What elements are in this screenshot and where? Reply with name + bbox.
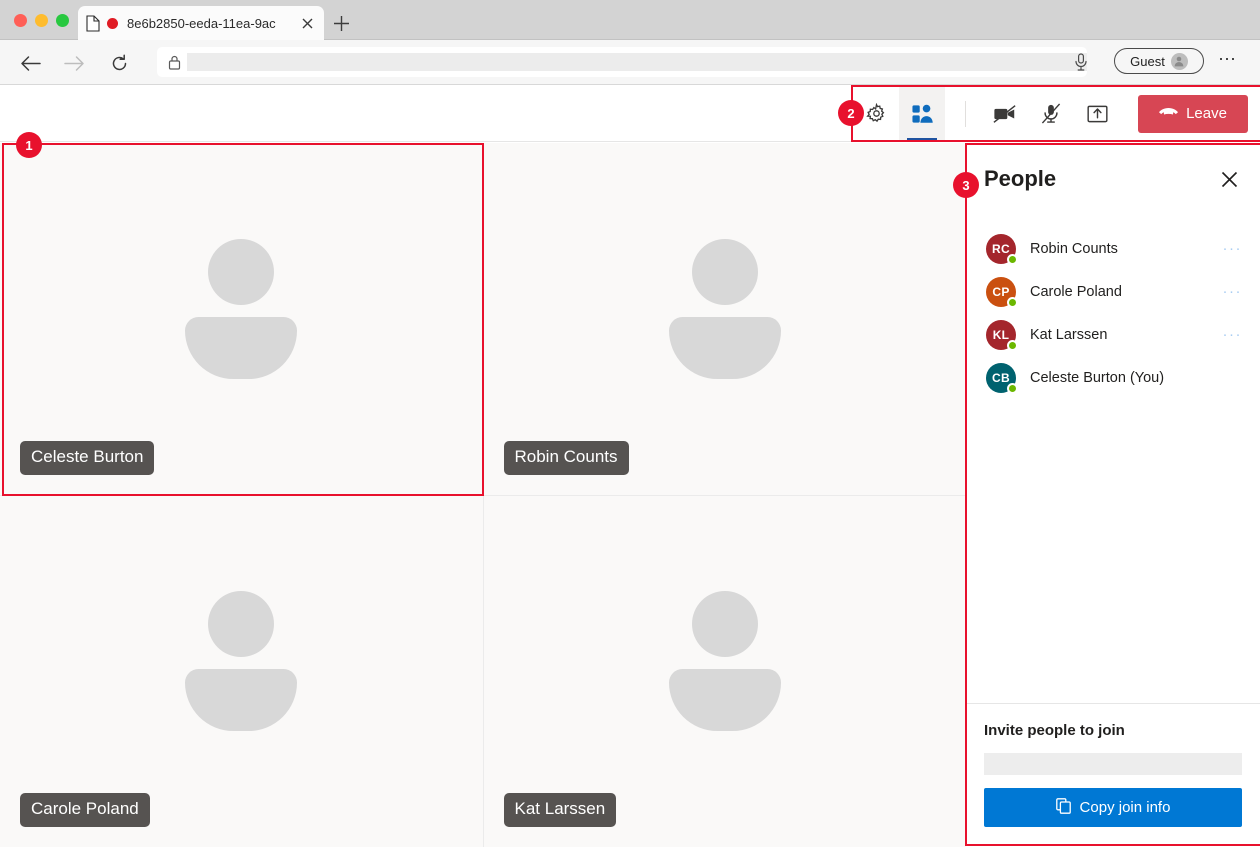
hangup-icon: [1159, 105, 1178, 122]
participant-name-label: Kat Larssen: [504, 793, 617, 827]
microphone-off-icon: [1041, 103, 1061, 124]
forward-arrow-icon: [64, 55, 85, 72]
microphone-toggle-button[interactable]: [1028, 86, 1074, 141]
new-tab-button[interactable]: [330, 12, 352, 34]
video-grid: Celeste Burton Robin Counts Carole Polan…: [0, 143, 966, 847]
copy-icon: [1056, 798, 1071, 818]
copy-join-info-button[interactable]: Copy join info: [984, 788, 1242, 827]
participant-more-options-icon[interactable]: ···: [1223, 241, 1247, 256]
window-minimize-button[interactable]: [35, 14, 48, 27]
people-panel-header: People: [966, 143, 1260, 215]
microphone-icon: [1074, 53, 1088, 71]
participant-name: Carole Poland: [1030, 284, 1223, 300]
close-icon[interactable]: [1216, 166, 1242, 192]
person-icon: [1171, 53, 1188, 70]
people-panel: People RC Robin Counts ··· CP: [966, 143, 1260, 847]
share-screen-button[interactable]: [1074, 86, 1120, 141]
avatar: CP: [986, 277, 1016, 307]
video-tile[interactable]: Robin Counts: [484, 143, 967, 495]
browser-tab-title: 8e6b2850-eeda-11ea-9ac: [127, 16, 298, 31]
people-button[interactable]: [899, 86, 945, 141]
back-button[interactable]: [16, 49, 44, 77]
recording-dot-icon: [107, 18, 118, 29]
back-arrow-icon: [20, 55, 41, 72]
video-tile[interactable]: Kat Larssen: [484, 496, 967, 847]
annotation-badge-3: 3: [953, 172, 979, 198]
presence-available-icon: [1007, 254, 1018, 265]
app-window: 8e6b2850-eeda-11ea-9ac: [0, 0, 1260, 847]
reload-button[interactable]: [105, 49, 133, 77]
participant-name: Robin Counts: [1030, 241, 1223, 257]
close-icon[interactable]: [298, 14, 316, 32]
leave-button[interactable]: Leave: [1138, 95, 1248, 133]
person-placeholder-icon: [181, 239, 301, 399]
participant-name-label: Celeste Burton: [20, 441, 154, 475]
invite-section-title: Invite people to join: [984, 722, 1242, 739]
avatar-initials: CP: [992, 285, 1009, 299]
window-close-button[interactable]: [14, 14, 27, 27]
lock-icon: [163, 55, 185, 70]
profile-button[interactable]: Guest: [1114, 48, 1204, 74]
window-traffic-lights: [14, 14, 69, 27]
profile-label: Guest: [1130, 54, 1165, 69]
annotation-badge-2: 2: [838, 100, 864, 126]
avatar: RC: [986, 234, 1016, 264]
leave-button-label: Leave: [1186, 105, 1227, 122]
participant-name: Celeste Burton (You): [1030, 370, 1242, 386]
participant-more-options-icon[interactable]: ···: [1223, 284, 1247, 299]
avatar-initials: KL: [993, 328, 1010, 342]
avatar-initials: RC: [992, 242, 1010, 256]
invite-section: Invite people to join Copy join info: [966, 703, 1260, 847]
people-panel-title: People: [984, 166, 1216, 192]
participant-more-options-icon[interactable]: ···: [1223, 327, 1247, 342]
avatar: CB: [986, 363, 1016, 393]
browser-overflow-menu[interactable]: ⋯: [1218, 50, 1237, 68]
camera-off-icon: [993, 104, 1017, 124]
teams-meeting-app: Leave Celeste Burton Robin Counts Carole…: [0, 86, 1260, 847]
people-icon: [911, 104, 933, 124]
annotation-badge-1: 1: [16, 132, 42, 158]
browser-navigation-bar: [0, 40, 1260, 85]
video-stage: Celeste Burton Robin Counts Carole Polan…: [0, 143, 966, 847]
participant-row[interactable]: KL Kat Larssen ···: [966, 313, 1260, 356]
video-tile[interactable]: Celeste Burton: [0, 143, 483, 495]
meeting-controls-bar: Leave: [0, 86, 1260, 142]
participant-row[interactable]: CP Carole Poland ···: [966, 270, 1260, 313]
participant-list: RC Robin Counts ··· CP Carole Poland ···: [966, 215, 1260, 703]
browser-tab-strip: 8e6b2850-eeda-11ea-9ac: [0, 0, 1260, 40]
avatar-initials: CB: [992, 371, 1010, 385]
person-placeholder-icon: [181, 591, 301, 751]
share-screen-icon: [1087, 104, 1108, 124]
presence-available-icon: [1007, 297, 1018, 308]
participant-name: Kat Larssen: [1030, 327, 1223, 343]
reload-icon: [110, 54, 129, 73]
participant-name-label: Robin Counts: [504, 441, 629, 475]
presence-available-icon: [1007, 383, 1018, 394]
participant-name-label: Carole Poland: [20, 793, 150, 827]
participant-row[interactable]: CB Celeste Burton (You): [966, 356, 1260, 399]
video-tile[interactable]: Carole Poland: [0, 496, 483, 847]
address-input[interactable]: [187, 53, 1087, 71]
address-bar[interactable]: [157, 47, 1087, 77]
participant-row[interactable]: RC Robin Counts ···: [966, 227, 1260, 270]
browser-tab[interactable]: 8e6b2850-eeda-11ea-9ac: [78, 6, 324, 40]
presence-available-icon: [1007, 340, 1018, 351]
plus-icon: [333, 15, 350, 32]
person-placeholder-icon: [665, 239, 785, 399]
document-icon: [86, 15, 100, 32]
window-maximize-button[interactable]: [56, 14, 69, 27]
avatar: KL: [986, 320, 1016, 350]
person-placeholder-icon: [665, 591, 785, 751]
camera-toggle-button[interactable]: [982, 86, 1028, 141]
toolbar-divider: [965, 101, 966, 127]
copy-join-info-label: Copy join info: [1080, 799, 1171, 816]
gear-icon: [866, 103, 887, 124]
voice-search-button[interactable]: [1070, 51, 1092, 73]
invite-link-field[interactable]: [984, 753, 1242, 775]
forward-button[interactable]: [60, 49, 88, 77]
